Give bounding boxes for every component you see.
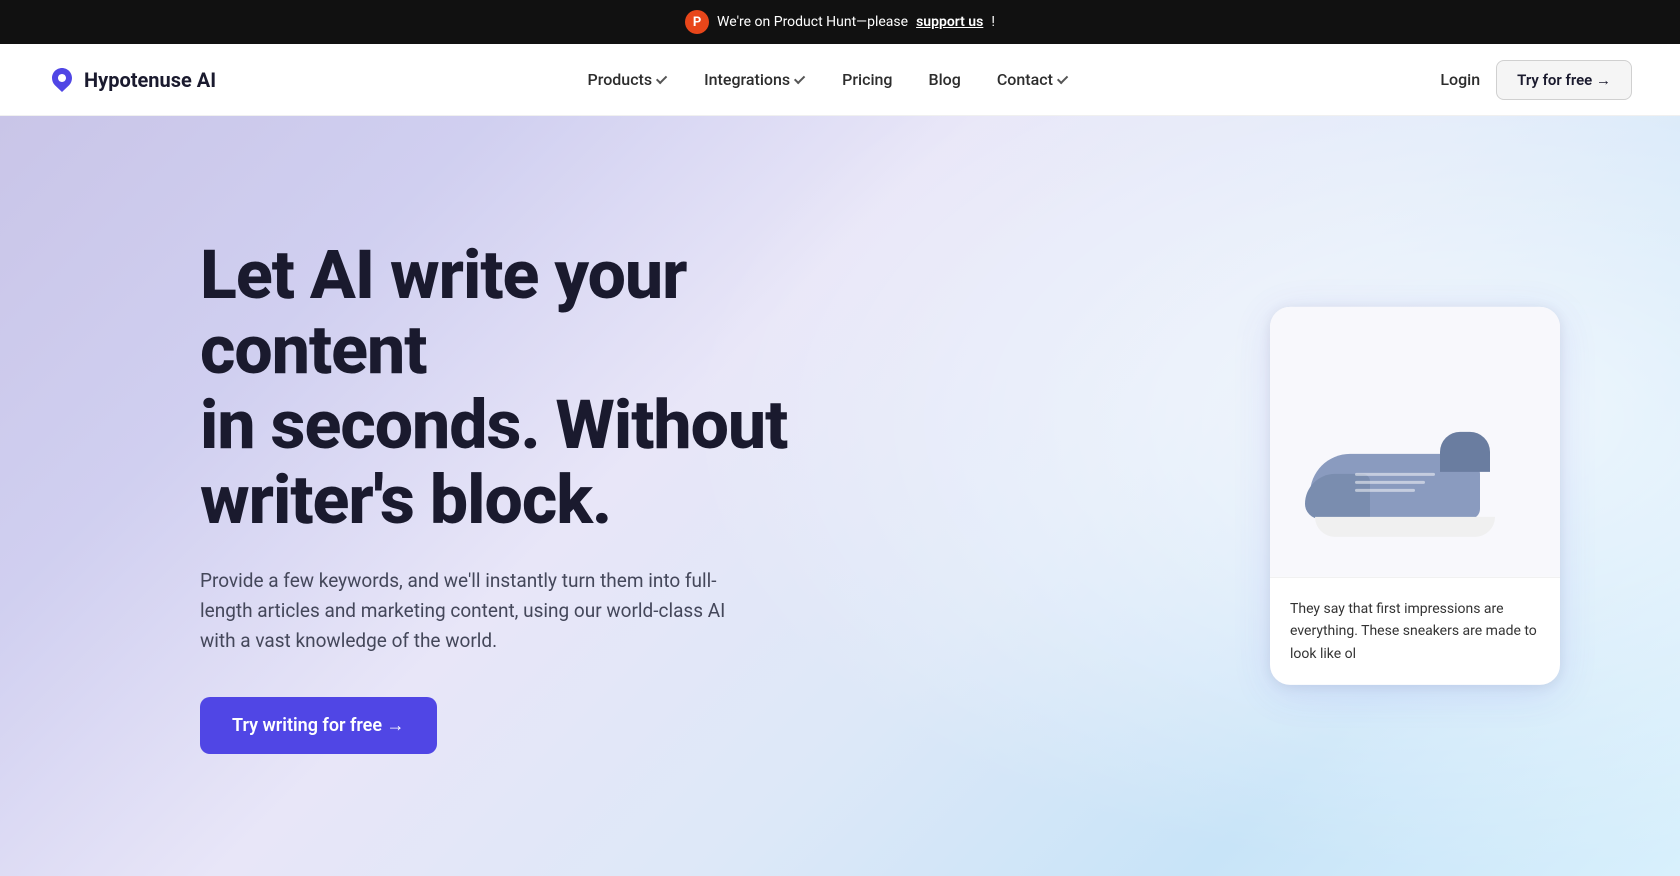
card-text-area: They say that first impressions are ever… bbox=[1270, 577, 1560, 685]
cta-button[interactable]: Try writing for free → bbox=[200, 697, 437, 754]
try-free-button[interactable]: Try for free → bbox=[1496, 60, 1632, 100]
card-description: They say that first impressions are ever… bbox=[1290, 598, 1540, 665]
product-card-wrapper: light blue canvas casual style lace-up s… bbox=[1270, 307, 1560, 685]
ph-badge-icon: P bbox=[685, 10, 709, 34]
hero-subtitle: Provide a few keywords, and we'll instan… bbox=[200, 566, 760, 657]
logo-icon bbox=[48, 66, 76, 94]
contact-chevron-icon bbox=[1057, 72, 1068, 83]
sneaker-body bbox=[1305, 427, 1505, 537]
nav-item-products[interactable]: Products bbox=[588, 70, 669, 89]
hero-title: Let AI write your content in seconds. Wi… bbox=[200, 238, 820, 537]
support-us-link[interactable]: support us bbox=[916, 14, 983, 30]
product-card: light blue canvas casual style lace-up s… bbox=[1270, 307, 1560, 685]
nav-item-pricing[interactable]: Pricing bbox=[842, 70, 892, 89]
login-link[interactable]: Login bbox=[1440, 70, 1480, 89]
logo-link[interactable]: Hypotenuse AI bbox=[48, 66, 216, 94]
announcement-text: We're on Product Hunt—please bbox=[717, 14, 908, 30]
logo-text: Hypotenuse AI bbox=[84, 68, 216, 92]
hero-section: Let AI write your content in seconds. Wi… bbox=[0, 116, 1680, 876]
sneaker-visual bbox=[1305, 427, 1525, 567]
shoe-collar bbox=[1440, 432, 1490, 472]
integrations-chevron-icon bbox=[794, 72, 805, 83]
shoe-laces bbox=[1355, 467, 1445, 497]
hero-content: Let AI write your content in seconds. Wi… bbox=[0, 238, 820, 753]
lace-line-1 bbox=[1355, 472, 1435, 475]
nav-item-contact[interactable]: Contact bbox=[997, 70, 1069, 89]
nav-actions: Login Try for free → bbox=[1440, 60, 1632, 100]
lace-line-2 bbox=[1355, 480, 1425, 483]
shoe-sole bbox=[1315, 517, 1495, 537]
announcement-bar: P We're on Product Hunt—please support u… bbox=[0, 0, 1680, 44]
nav-links: Products Integrations Pricing Blog Conta… bbox=[588, 70, 1069, 89]
nav-item-blog[interactable]: Blog bbox=[929, 70, 961, 89]
navbar: Hypotenuse AI Products Integrations Pric… bbox=[0, 44, 1680, 116]
announcement-exclamation: ! bbox=[991, 14, 995, 30]
nav-item-integrations[interactable]: Integrations bbox=[704, 70, 806, 89]
lace-line-3 bbox=[1355, 488, 1415, 491]
card-image-area: light blue canvas casual style lace-up s… bbox=[1270, 307, 1560, 577]
products-chevron-icon bbox=[656, 72, 667, 83]
